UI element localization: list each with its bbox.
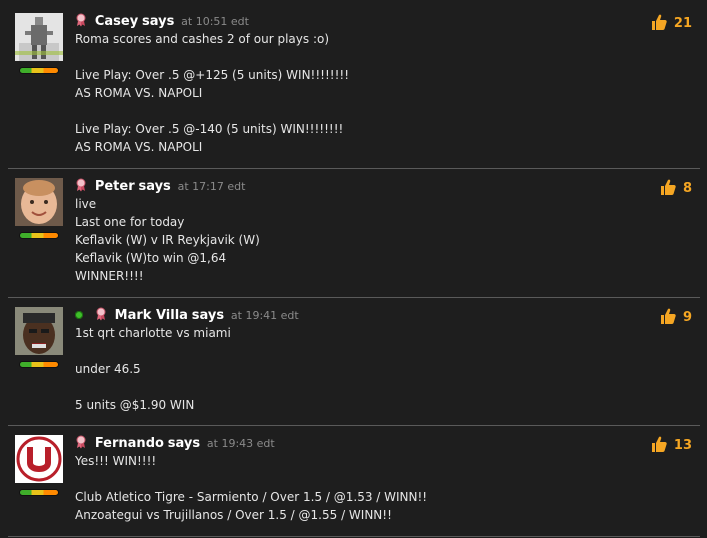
comment-line: Anzoategui vs Trujillanos / Over 1.5 / @… [75,508,392,522]
comment-feed: Casey says at 10:51 edt Roma scores and … [0,0,707,538]
like-count: 9 [682,310,692,325]
avatar[interactable] [15,435,63,483]
comment-post: Peter says at 17:17 edt live Last one fo… [8,178,700,298]
user-rating-bar [20,490,58,495]
comment-line [75,102,630,120]
comment-line: WINNER!!!! [75,269,144,283]
thumbs-up-icon [651,436,667,452]
like-count: 21 [673,16,692,31]
says-label: says [191,308,225,323]
comment-line: 5 units @$1.90 WIN [75,398,195,412]
online-status-icon [75,311,83,319]
like-button[interactable]: 9 [659,307,692,325]
comment-post: Mark Villa says at 19:41 edt 1st qrt cha… [8,307,700,426]
comment-post: Casey says at 10:51 edt Roma scores and … [8,13,700,169]
comment-timestamp: at 19:43 edt [206,437,275,450]
comment-line: Keflavik (W) v IR Reykjavik (W) [75,233,260,247]
like-button[interactable]: 13 [650,435,692,453]
comment-line: under 46.5 [75,362,141,376]
comment-line: Live Play: Over .5 @+125 (5 units) WIN!!… [75,68,350,82]
comment-line: Roma scores and cashes 2 of our plays :o… [75,32,330,46]
comment-timestamp: at 17:17 edt [177,180,246,193]
user-rating-bar [20,233,58,238]
ribbon-badge-icon [96,307,106,321]
avatar[interactable] [15,13,63,61]
comment-line [75,378,630,396]
like-button[interactable]: 8 [659,178,692,196]
says-label: says [167,436,201,451]
thumbs-up-icon [660,308,676,324]
comment-line: Yes!!! WIN!!!! [75,454,157,468]
comment-author[interactable]: Casey [95,14,138,29]
ribbon-badge-icon [76,178,86,192]
like-count: 13 [673,438,692,453]
comment-timestamp: at 19:41 edt [230,309,299,322]
comment-line: live [75,197,97,211]
comment-line: Live Play: Over .5 @-140 (5 units) WIN!!… [75,122,344,136]
thumbs-up-icon [660,179,676,195]
comment-line: Last one for today [75,215,185,229]
avatar[interactable] [15,307,63,355]
comment-line: Club Atletico Tigre - Sarmiento / Over 1… [75,490,428,504]
like-button[interactable]: 21 [650,13,692,31]
comment-line: 1st qrt charlotte vs miami [75,326,231,340]
comment-line [75,342,630,360]
comment-line [75,470,630,488]
comment-line [75,48,630,66]
user-rating-bar [20,68,58,73]
says-label: says [142,14,175,29]
ribbon-badge-icon [76,13,86,27]
comment-author[interactable]: Fernando [95,436,164,451]
comment-line: Keflavik (W)to win @1,64 [75,251,227,265]
comment-line: AS ROMA VS. NAPOLI [75,86,203,100]
comment-post: Fernando says at 19:43 edt Yes!!! WIN!!!… [8,435,700,537]
like-count: 8 [682,181,692,196]
user-rating-bar [20,362,58,367]
says-label: says [138,179,171,194]
comment-author[interactable]: Peter [95,179,135,194]
comment-line: AS ROMA VS. NAPOLI [75,140,203,154]
avatar[interactable] [15,178,63,226]
comment-author[interactable]: Mark Villa [115,308,188,323]
ribbon-badge-icon [76,435,86,449]
thumbs-up-icon [651,14,667,30]
comment-timestamp: at 10:51 edt [181,15,249,28]
